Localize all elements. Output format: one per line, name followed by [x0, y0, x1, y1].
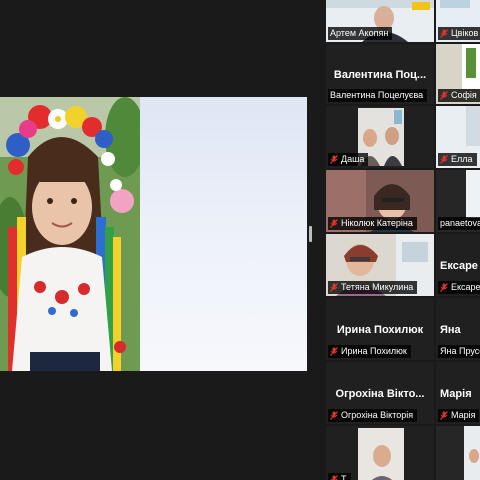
participant-tile[interactable]: Валентина Поц... Валентина Поцелуєва [326, 44, 434, 104]
participant-caption: Ніколюк Катеріна [328, 217, 417, 230]
participant-tile[interactable]: Ніколюк Катеріна [326, 170, 434, 232]
participant-name: Софія [451, 90, 477, 100]
participant-caption: Ексаре [438, 281, 480, 294]
mic-muted-icon [440, 283, 448, 292]
participant-caption: Елла [438, 153, 477, 166]
participant-tile[interactable]: Ирина Похилюк Ирина Похилюк [326, 298, 434, 360]
mic-muted-icon [440, 155, 448, 164]
participant-name: Тетяна Микулина [341, 282, 414, 292]
participant-tile[interactable]: Т [326, 426, 434, 480]
participant-tile[interactable]: Тетяна Микулина [326, 234, 434, 296]
mic-muted-icon [440, 29, 448, 38]
participant-caption: Софія [438, 89, 480, 102]
participant-tile[interactable]: Софія [436, 44, 480, 104]
participant-caption: Ирина Похилюк [328, 345, 411, 358]
participant-tile[interactable]: Елла [436, 106, 480, 168]
shared-photo [0, 97, 140, 371]
participant-name: Даша [341, 154, 365, 164]
participant-name: Артем Акопян [330, 28, 389, 38]
mic-muted-icon [440, 411, 448, 420]
participant-name: Т [341, 474, 347, 480]
participant-caption: Даша [328, 153, 369, 166]
zoom-meeting-window: Артем Акопян Цвіков Валентина Поц... Вал… [0, 0, 480, 480]
mic-muted-icon [330, 347, 338, 356]
participant-caption: Артем Акопян [328, 27, 393, 40]
participant-display-name: Валентина Поц... [333, 69, 427, 82]
participant-caption: Марія [438, 409, 480, 422]
participant-caption: Тетяна Микулина [328, 281, 418, 294]
panel-resize-handle[interactable] [309, 226, 312, 242]
participant-gallery: Артем Акопян Цвіков Валентина Поц... Вал… [324, 0, 480, 480]
participant-tile[interactable]: Марія Марія [436, 362, 480, 424]
participant-caption: Т [328, 473, 351, 480]
participant-tile[interactable] [436, 426, 480, 480]
participant-tile[interactable]: panaetova [436, 170, 480, 232]
participant-caption: Огрохіна Вікторія [328, 409, 418, 422]
participant-name: panaetova [440, 218, 480, 228]
participant-name: Ніколюк Катеріна [341, 218, 413, 228]
participant-display-name: Огрохіна Вікто... [335, 388, 425, 401]
participant-name: Марія [451, 410, 476, 420]
participant-display-name: Яна [440, 324, 461, 337]
participant-name: Огрохіна Вікторія [341, 410, 414, 420]
mic-muted-icon [440, 91, 448, 100]
participant-caption: Валентина Поцелуєва [328, 89, 428, 102]
participant-name: Ирина Похилюк [341, 346, 407, 356]
participant-display-name: Ирина Похилюк [336, 324, 424, 337]
participant-tile[interactable]: Даша [326, 106, 434, 168]
participant-tile[interactable]: Огрохіна Вікто... Огрохіна Вікторія [326, 362, 434, 424]
participant-tile[interactable]: Цвіков [436, 0, 480, 42]
participant-name: Валентина Поцелуєва [330, 90, 424, 100]
shared-blank-slide [140, 97, 307, 371]
participant-caption: Цвіков [438, 27, 480, 40]
participant-tile[interactable]: Ексаре Ексаре [436, 234, 480, 296]
mic-muted-icon [330, 219, 338, 228]
participant-tile[interactable]: Яна Яна Прусс [436, 298, 480, 360]
participant-caption: Яна Прусс [438, 345, 480, 358]
video-feed [436, 426, 480, 480]
participant-name: Яна Прусс [440, 346, 480, 356]
shared-screen [0, 97, 307, 371]
participant-name: Цвіков [451, 28, 479, 38]
participant-display-name: Марія [440, 388, 472, 401]
participant-caption: panaetova [438, 217, 480, 230]
mic-muted-icon [330, 475, 338, 480]
participant-tile[interactable]: Артем Акопян [326, 0, 434, 42]
participant-name: Ексаре [451, 282, 480, 292]
participant-display-name: Ексаре [440, 260, 478, 273]
mic-muted-icon [330, 155, 338, 164]
video-feed [326, 426, 434, 480]
mic-muted-icon [330, 411, 338, 420]
participant-name: Елла [451, 154, 473, 164]
mic-muted-icon [330, 283, 338, 292]
